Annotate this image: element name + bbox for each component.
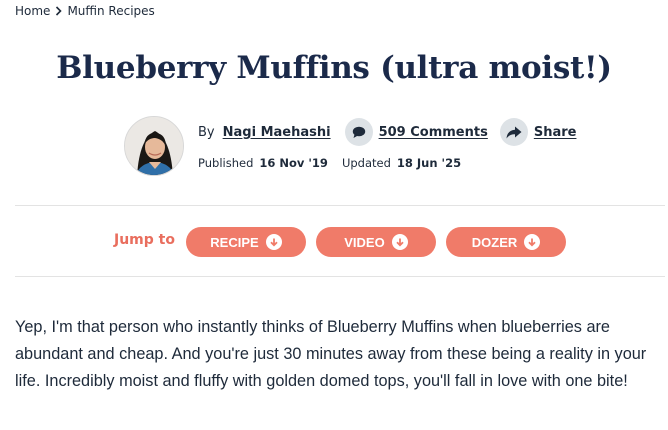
jump-dozer-label: DOZER: [471, 234, 518, 250]
updated-date: 18 Jun '25: [396, 156, 462, 170]
breadcrumb-home-link[interactable]: Home: [15, 4, 50, 18]
arrow-down-circle-icon: [524, 234, 541, 250]
jump-video-button[interactable]: VIDEO: [316, 227, 436, 257]
author-avatar[interactable]: [124, 116, 184, 176]
divider-top: [15, 205, 665, 206]
dates-row: Published 16 Nov '19 Updated 18 Jun '25: [198, 156, 461, 170]
comments-link[interactable]: 509 Comments: [379, 125, 488, 140]
published-label: Published: [198, 156, 254, 170]
updated-label: Updated: [341, 156, 391, 170]
published-date: 16 Nov '19: [259, 156, 328, 170]
author-link[interactable]: Nagi Maehashi: [223, 125, 331, 140]
breadcrumb-current-link[interactable]: Muffin Recipes: [67, 4, 154, 18]
jump-dozer-button[interactable]: DOZER: [446, 227, 566, 257]
divider-bottom: [15, 276, 665, 277]
arrow-down-circle-icon: [391, 234, 408, 250]
by-label: By: [198, 124, 215, 140]
arrow-down-circle-icon: [265, 234, 282, 250]
author-meta-row: By Nagi Maehashi 509 Comments Share: [198, 117, 576, 147]
jump-video-label: VIDEO: [344, 234, 385, 250]
jump-recipe-button[interactable]: RECIPE: [186, 227, 306, 257]
breadcrumb: Home Muffin Recipes: [15, 4, 155, 18]
page-title: Blueberry Muffins (ultra moist!): [56, 50, 612, 86]
comments-link-group[interactable]: 509 Comments: [344, 118, 488, 146]
speech-bubble-icon[interactable]: [344, 118, 373, 146]
share-arrow-icon[interactable]: [499, 118, 528, 146]
jump-to-label: Jump to: [114, 232, 175, 248]
intro-paragraph: Yep, I'm that person who instantly think…: [15, 318, 647, 390]
chevron-right-icon: [55, 6, 63, 16]
jump-recipe-label: RECIPE: [210, 234, 259, 250]
share-link-group[interactable]: Share: [499, 118, 577, 146]
share-link[interactable]: Share: [534, 125, 577, 140]
